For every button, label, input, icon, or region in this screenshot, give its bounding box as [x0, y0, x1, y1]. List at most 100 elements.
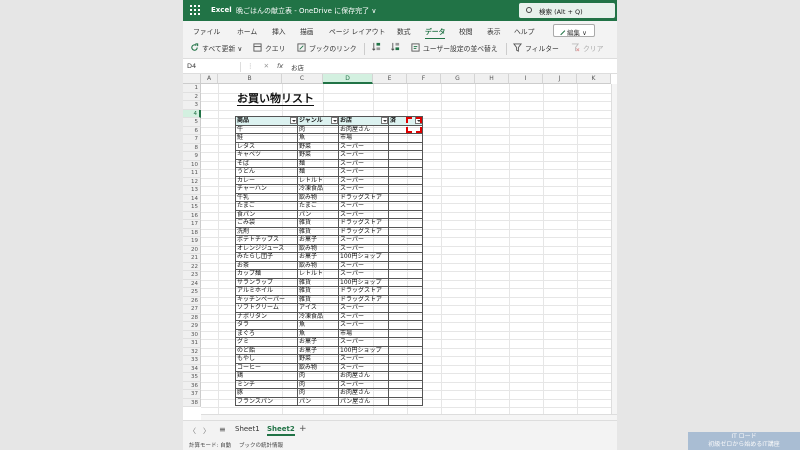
row-header-29[interactable]: 29	[183, 322, 201, 331]
row-header-35[interactable]: 35	[183, 373, 201, 382]
table-cell[interactable]	[388, 354, 423, 364]
table-cell[interactable]	[388, 328, 423, 338]
table-cell[interactable]: 麺	[297, 158, 339, 168]
table-cell[interactable]: ナポリタン	[235, 311, 298, 321]
table-cell[interactable]	[388, 192, 423, 202]
table-cell[interactable]	[388, 260, 423, 270]
menu-formulas[interactable]: 数式	[397, 26, 411, 36]
table-cell[interactable]	[388, 396, 423, 406]
table-cell[interactable]: アイス	[297, 303, 339, 313]
all-sheets-menu-icon[interactable]: ≡	[219, 425, 226, 434]
table-cell[interactable]: まぐろ	[235, 328, 298, 338]
table-cell[interactable]: 牛	[235, 124, 298, 134]
query-button[interactable]: クエリ	[253, 42, 285, 55]
table-cell[interactable]: ポテトチップス	[235, 235, 298, 245]
filter-dropdown-icon[interactable]	[381, 117, 388, 124]
row-header-9[interactable]: 9	[183, 152, 201, 161]
table-cell[interactable]: お菓子	[297, 235, 339, 245]
table-cell[interactable]: スーパー	[338, 320, 389, 330]
table-cell[interactable]: 魚	[297, 328, 339, 338]
table-cell[interactable]	[388, 320, 423, 330]
column-header-k[interactable]: K	[577, 74, 611, 84]
row-header-24[interactable]: 24	[183, 279, 201, 288]
menu-file[interactable]: ファイル	[193, 26, 220, 36]
column-header-a[interactable]: A	[201, 74, 218, 84]
table-cell[interactable]: レタス	[235, 141, 298, 151]
row-header-26[interactable]: 26	[183, 296, 201, 305]
table-cell[interactable]: 冷凍食品	[297, 184, 339, 194]
table-cell[interactable]	[388, 277, 423, 287]
row-header-38[interactable]: 38	[183, 398, 201, 407]
table-cell[interactable]: 飲み物	[297, 260, 339, 270]
table-cell[interactable]	[388, 226, 423, 236]
table-cell[interactable]: ドラッグストア	[338, 218, 389, 228]
app-launcher-icon[interactable]	[190, 5, 200, 15]
row-header-10[interactable]: 10	[183, 160, 201, 169]
column-header-c[interactable]: C	[282, 74, 323, 84]
row-header-5[interactable]: 5	[183, 118, 201, 127]
table-cell[interactable]: たまご	[297, 201, 339, 211]
table-cell[interactable]: ミンチ	[235, 379, 298, 389]
table-cell[interactable]: スーパー	[338, 150, 389, 160]
table-cell[interactable]: サランラップ	[235, 277, 298, 287]
table-cell[interactable]: ごみ袋	[235, 218, 298, 228]
table-cell[interactable]: スーパー	[338, 243, 389, 253]
row-header-27[interactable]: 27	[183, 305, 201, 314]
table-cell[interactable]	[388, 345, 423, 355]
table-cell[interactable]	[388, 337, 423, 347]
table-cell[interactable]: たまご	[235, 201, 298, 211]
table-cell[interactable]: 魚	[297, 320, 339, 330]
table-cell[interactable]: スーパー	[338, 235, 389, 245]
table-cell[interactable]	[388, 201, 423, 211]
row-header-6[interactable]: 6	[183, 126, 201, 135]
name-box[interactable]: D4	[185, 62, 241, 72]
column-header-e[interactable]: E	[373, 74, 407, 84]
add-sheet-button[interactable]: +	[299, 424, 307, 434]
table-cell[interactable]: お菓子	[297, 252, 339, 262]
menu-data[interactable]: データ	[425, 26, 446, 40]
table-cell[interactable]: お茶	[235, 260, 298, 270]
table-cell[interactable]: スーパー	[338, 354, 389, 364]
list-title[interactable]: お買い物リスト	[237, 93, 314, 106]
row-header-18[interactable]: 18	[183, 228, 201, 237]
table-cell[interactable]	[388, 269, 423, 279]
table-cell[interactable]: 食パン	[235, 209, 298, 219]
table-cell[interactable]	[388, 218, 423, 228]
custom-sort-button[interactable]: ユーザー設定の並べ替え	[411, 42, 498, 55]
row-header-31[interactable]: 31	[183, 339, 201, 348]
row-header-23[interactable]: 23	[183, 271, 201, 280]
workbook-links-button[interactable]: ブックのリンク	[297, 42, 357, 55]
menu-home[interactable]: ホーム	[237, 26, 257, 36]
sheet-nav-next-icon[interactable]: 〉	[203, 426, 210, 436]
table-cell[interactable]: 魚	[297, 133, 339, 143]
row-header-4[interactable]: 4	[183, 109, 201, 118]
menu-view[interactable]: 表示	[487, 26, 501, 36]
header-cell-store[interactable]: お店	[338, 116, 389, 126]
table-cell[interactable]	[388, 184, 423, 194]
table-cell[interactable]: 肉	[297, 371, 339, 381]
menu-review[interactable]: 校閲	[459, 26, 473, 36]
table-cell[interactable]: お菓子	[297, 337, 339, 347]
row-header-33[interactable]: 33	[183, 356, 201, 365]
table-cell[interactable]: 市場	[338, 133, 389, 143]
filter-dropdown-icon[interactable]	[290, 117, 297, 124]
table-cell[interactable]: 野菜	[297, 141, 339, 151]
table-cell[interactable]: レトルト	[297, 269, 339, 279]
table-cell[interactable]: スーパー	[338, 158, 389, 168]
editing-mode-button[interactable]: 編集 ∨	[553, 24, 595, 37]
table-cell[interactable]: お菓子	[297, 345, 339, 355]
table-cell[interactable]	[388, 209, 423, 219]
table-cell[interactable]: 肉	[297, 124, 339, 134]
table-cell[interactable]	[388, 379, 423, 389]
table-cell[interactable]: フランスパン	[235, 396, 298, 406]
table-cell[interactable]: パン	[297, 209, 339, 219]
table-cell[interactable]: のど飴	[235, 345, 298, 355]
row-header-25[interactable]: 25	[183, 288, 201, 297]
row-header-28[interactable]: 28	[183, 313, 201, 322]
row-header-8[interactable]: 8	[183, 143, 201, 152]
row-header-13[interactable]: 13	[183, 186, 201, 195]
table-cell[interactable]	[388, 294, 423, 304]
row-header-7[interactable]: 7	[183, 135, 201, 144]
table-cell[interactable]: 雑貨	[297, 286, 339, 296]
table-cell[interactable]: 100円ショップ	[338, 252, 389, 262]
